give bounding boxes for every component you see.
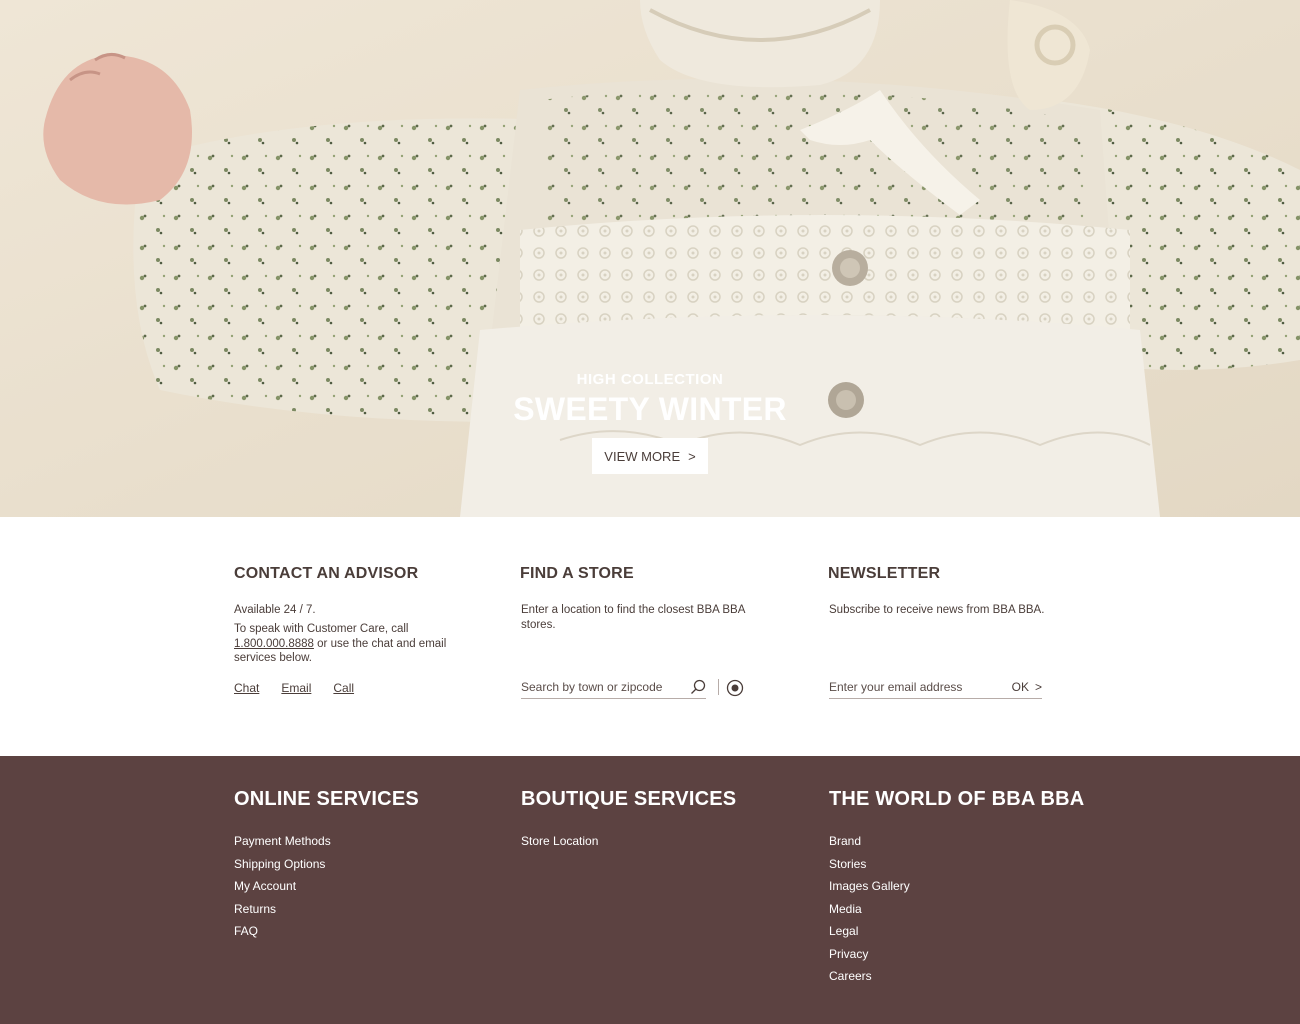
call-link[interactable]: Call: [333, 681, 354, 695]
contact-description: To speak with Customer Care, call 1.800.…: [234, 622, 449, 666]
online-services-title: ONLINE SERVICES: [234, 788, 419, 810]
boutique-services-list: Store Location: [521, 834, 598, 857]
view-more-label: VIEW MORE: [604, 448, 681, 464]
services-section: CONTACT AN ADVISOR Available 24 / 7. To …: [0, 517, 1300, 756]
footer-link-payment-methods[interactable]: Payment Methods: [234, 834, 331, 857]
footer-link-returns[interactable]: Returns: [234, 902, 331, 925]
store-search-field: [521, 675, 706, 699]
contact-text-before: To speak with Customer Care, call: [234, 623, 409, 635]
ok-button[interactable]: OK >: [1012, 680, 1042, 694]
footer-link-faq[interactable]: FAQ: [234, 924, 331, 947]
chevron-right-icon: >: [1034, 679, 1042, 694]
world-list: Brand Stories Images Gallery Media Legal…: [829, 834, 910, 992]
newsletter-email-field: OK >: [829, 675, 1042, 699]
contact-links: Chat Email Call: [234, 681, 354, 695]
ok-label: OK: [1011, 679, 1029, 694]
availability-text: Available 24 / 7.: [234, 604, 316, 616]
email-link[interactable]: Email: [281, 681, 311, 695]
newsletter-description: Subscribe to receive news from BBA BBA.: [829, 604, 1045, 616]
search-icon[interactable]: [690, 679, 706, 695]
boutique-services-title: BOUTIQUE SERVICES: [521, 788, 737, 810]
footer-link-images-gallery[interactable]: Images Gallery: [829, 879, 910, 902]
footer-link-shipping-options[interactable]: Shipping Options: [234, 857, 331, 880]
store-search-input[interactable]: [521, 679, 686, 694]
locate-icon[interactable]: [726, 679, 744, 697]
footer-link-stories[interactable]: Stories: [829, 857, 910, 880]
footer-link-store-location[interactable]: Store Location: [521, 834, 598, 857]
view-more-button[interactable]: VIEW MORE >: [592, 438, 708, 474]
footer-link-my-account[interactable]: My Account: [234, 879, 331, 902]
find-store-title: FIND A STORE: [520, 565, 634, 582]
footer: ONLINE SERVICES Payment Methods Shipping…: [0, 756, 1300, 1024]
footer-link-careers[interactable]: Careers: [829, 969, 910, 992]
email-input[interactable]: [829, 679, 1012, 694]
world-title: THE WORLD OF BBA BBA: [829, 788, 1085, 810]
chevron-right-icon: >: [688, 448, 696, 464]
footer-link-brand[interactable]: Brand: [829, 834, 910, 857]
footer-link-privacy[interactable]: Privacy: [829, 947, 910, 970]
footer-link-media[interactable]: Media: [829, 902, 910, 925]
find-store-description: Enter a location to find the closest BBA…: [521, 604, 745, 631]
hero-title: SWEETY WINTER: [513, 391, 787, 427]
contact-advisor-title: CONTACT AN ADVISOR: [234, 565, 419, 582]
footer-link-legal[interactable]: Legal: [829, 924, 910, 947]
online-services-list: Payment Methods Shipping Options My Acco…: [234, 834, 331, 947]
newsletter-title: NEWSLETTER: [828, 565, 941, 582]
phone-number-link[interactable]: 1.800.000.8888: [234, 638, 314, 650]
divider: [718, 679, 719, 695]
chat-link[interactable]: Chat: [234, 681, 259, 695]
hero-kicker: HIGH COLLECTION: [576, 371, 724, 388]
